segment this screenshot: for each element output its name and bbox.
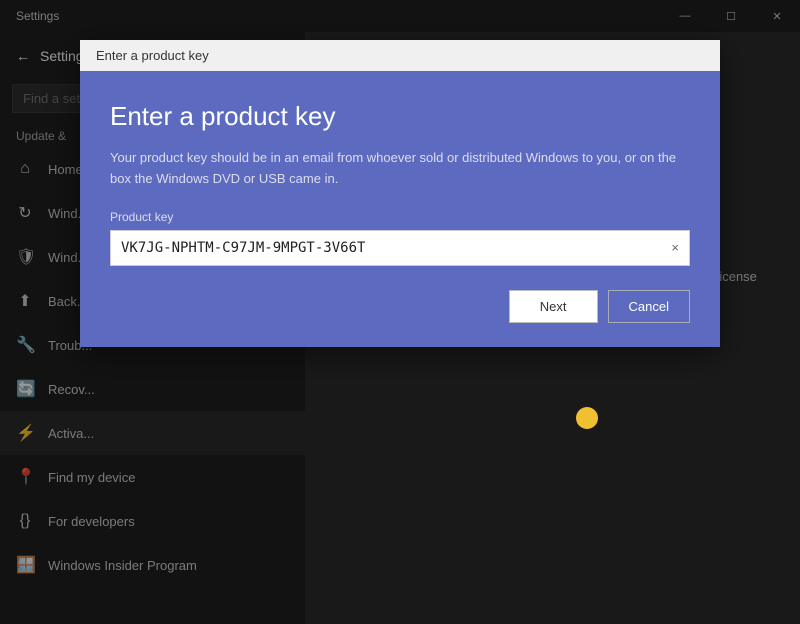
modal-overlay: Enter a product key Enter a product key … <box>0 0 800 624</box>
modal-titlebar: Enter a product key <box>80 40 720 71</box>
product-key-input-container: × <box>110 230 690 266</box>
product-key-modal: Enter a product key Enter a product key … <box>80 40 720 347</box>
modal-actions: Next Cancel <box>110 290 690 323</box>
modal-heading: Enter a product key <box>110 101 690 132</box>
modal-titlebar-text: Enter a product key <box>96 48 209 63</box>
next-button[interactable]: Next <box>509 290 598 323</box>
product-key-input[interactable] <box>121 240 671 256</box>
clear-input-icon[interactable]: × <box>671 240 679 255</box>
modal-description: Your product key should be in an email f… <box>110 148 690 190</box>
product-key-label: Product key <box>110 210 690 224</box>
cancel-button[interactable]: Cancel <box>608 290 690 323</box>
modal-body: Enter a product key Your product key sho… <box>80 71 720 347</box>
